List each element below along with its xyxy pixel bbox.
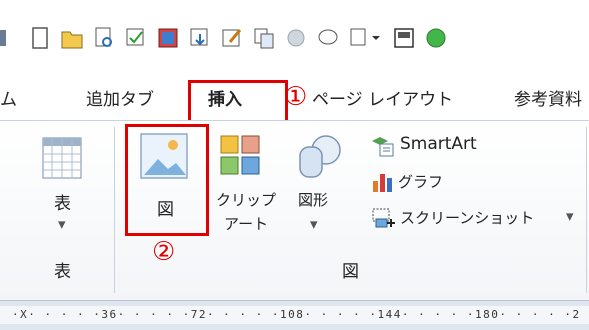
table-button-label: 表: [54, 194, 71, 214]
circle-icon[interactable]: [284, 24, 308, 52]
print-preview-icon[interactable]: [92, 24, 116, 52]
ribbon-tabs: ム 追加タブ 挿入 ① ページ レイアウト 参考資料: [0, 78, 589, 124]
open-folder-icon[interactable]: [60, 24, 84, 52]
illustrations-group-label: 図: [342, 262, 359, 282]
table-group-label: 表: [54, 262, 71, 282]
chart-button[interactable]: グラフ: [370, 167, 490, 197]
partial-icon[interactable]: [0, 24, 24, 52]
comment-icon[interactable]: [316, 24, 340, 52]
tab-addin[interactable]: 追加タブ: [86, 86, 154, 114]
table-grid-icon: [42, 137, 82, 179]
screenshot-icon: [372, 208, 395, 228]
table-button[interactable]: 表 ▾: [30, 131, 100, 251]
draw-table-icon[interactable]: [220, 24, 244, 52]
chart-label: グラフ: [398, 173, 444, 191]
shapes-button[interactable]: 図形 ▾: [288, 129, 350, 249]
green-orb-icon[interactable]: [424, 24, 448, 52]
chart-icon: [373, 174, 392, 192]
ruler-ticks: ·X· · · · ·36· · · · ·72· · · · ·108· · …: [12, 308, 581, 321]
dropdown-icon[interactable]: [348, 24, 384, 52]
clipart-label-line1: クリップ: [216, 191, 277, 209]
copy-icon[interactable]: [252, 24, 276, 52]
table-icon[interactable]: [156, 24, 180, 52]
tab-partial[interactable]: ム: [0, 86, 17, 114]
highlight-insert-tab: [188, 80, 288, 124]
image-window-icon[interactable]: [392, 24, 416, 52]
spelling-icon[interactable]: [124, 24, 148, 52]
screenshot-button[interactable]: スクリーンショット ▾: [370, 203, 584, 233]
horizontal-ruler[interactable]: ·X· · · · ·36· · · · ·72· · · · ·108· · …: [0, 300, 589, 330]
smartart-button[interactable]: SmartArt: [370, 131, 540, 161]
group-separator: [114, 127, 115, 293]
smartart-icon: [372, 137, 394, 157]
tab-page-layout[interactable]: ページ レイアウト: [312, 86, 453, 114]
group-separator-right: [586, 127, 587, 293]
tab-references[interactable]: 参考資料: [514, 86, 582, 114]
new-document-icon[interactable]: [28, 24, 52, 52]
step-1-marker: ①: [284, 82, 308, 112]
highlight-picture-button: [125, 124, 209, 236]
clipart-button[interactable]: クリップ アート: [212, 129, 278, 249]
shapes-icon: [299, 135, 341, 178]
smartart-label: SmartArt: [400, 134, 477, 154]
table-dropdown-icon: ▾: [58, 215, 66, 233]
step-2-marker: ②: [152, 237, 176, 267]
shapes-dropdown-icon: ▾: [310, 215, 318, 233]
screenshot-label: スクリーンショット: [400, 209, 535, 227]
clipart-label-line2: アート: [224, 215, 269, 233]
quick-access-toolbar: [0, 0, 589, 78]
clipart-icon: [220, 135, 260, 175]
shapes-button-label: 図形: [298, 191, 329, 209]
screenshot-dropdown-icon: ▾: [566, 207, 574, 225]
ribbon-panel: 表 ▾ 表 図 ② クリップ アート 図形 ▾ SmartArt グラフ スクリ…: [0, 120, 589, 301]
save-icon[interactable]: [188, 24, 212, 52]
